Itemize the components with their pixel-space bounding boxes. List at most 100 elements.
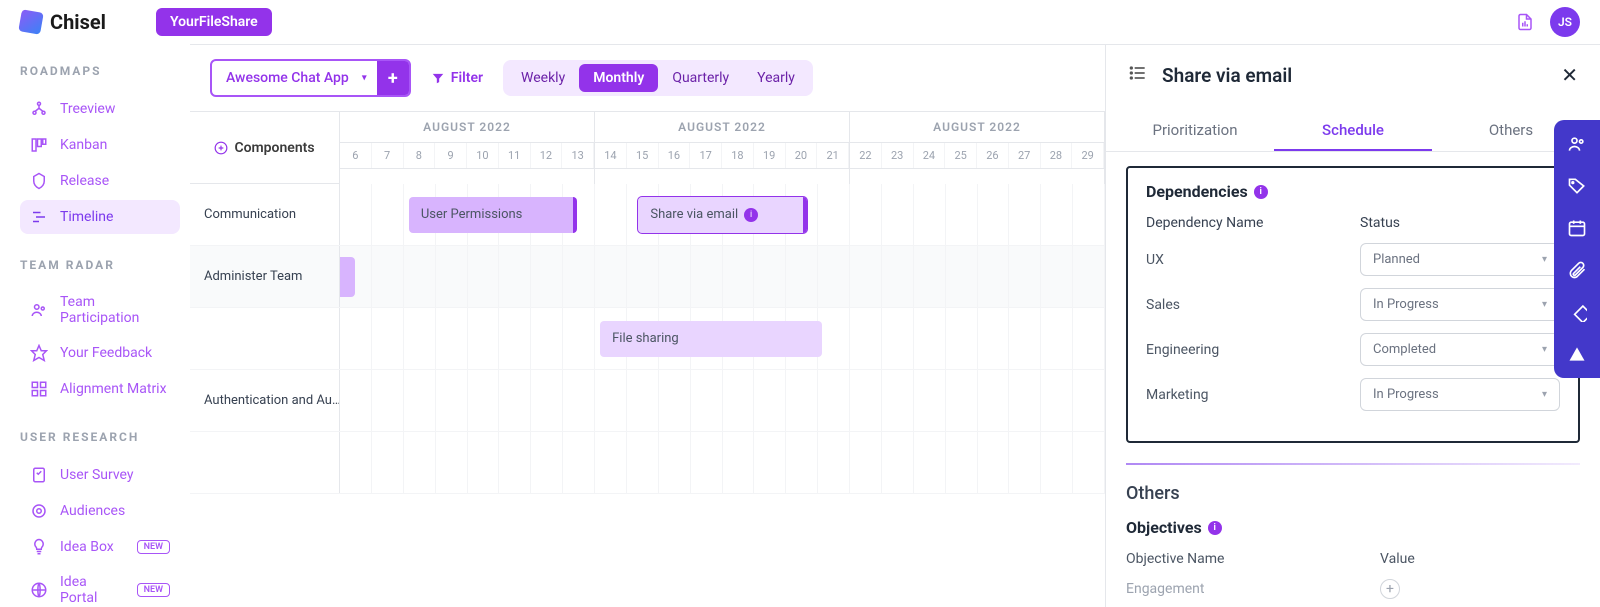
panel-title: Share via email	[1162, 64, 1547, 87]
topbar-right: JS	[1516, 7, 1580, 37]
dependency-name: Marketing	[1146, 387, 1360, 403]
dependency-status-select[interactable]: Planned	[1360, 243, 1560, 276]
workspace-select[interactable]: Awesome Chat App +	[210, 59, 411, 97]
sidebar-item-idea-portal[interactable]: Idea PortalNEW	[20, 566, 180, 607]
sidebar-item-user-survey[interactable]: User Survey	[20, 458, 180, 492]
sidebar-item-kanban[interactable]: Kanban	[20, 128, 180, 162]
sidebar-item-label: Kanban	[60, 137, 107, 153]
dependency-row: UXPlanned	[1146, 243, 1560, 276]
components-corner[interactable]: Components	[190, 112, 340, 184]
dependency-status-select[interactable]: In Progress	[1360, 378, 1560, 411]
sidebar-item-release[interactable]: Release	[20, 164, 180, 198]
day-cell: 9	[435, 143, 467, 168]
avatar[interactable]: JS	[1550, 7, 1580, 37]
bar-label: Share via email	[650, 207, 738, 222]
timeline-row: Communication User Permissions Share via e…	[190, 184, 1105, 246]
diamond-icon[interactable]	[1567, 302, 1587, 322]
view-quarterly[interactable]: Quarterly	[658, 64, 743, 92]
day-cell: 16	[659, 143, 691, 168]
objective-row: Engagement +	[1126, 579, 1580, 599]
timeline-row: File sharing	[190, 308, 1105, 370]
info-icon: i	[744, 208, 758, 222]
day-cell: 20	[786, 143, 818, 168]
right-rail	[1554, 120, 1600, 378]
dependency-name: Engineering	[1146, 342, 1360, 358]
row-cells: File sharing	[340, 308, 1105, 369]
sidebar-item-team-participation[interactable]: Team Participation	[20, 286, 180, 334]
dependency-row: EngineeringCompleted	[1146, 333, 1560, 366]
tree-icon	[30, 100, 48, 118]
timeline-bar[interactable]: User Permissions	[409, 197, 577, 233]
filter-label: Filter	[451, 70, 483, 86]
timeline-grid[interactable]: Components AUGUST 2022678910111213AUGUST…	[190, 111, 1105, 607]
row-label	[190, 308, 340, 369]
day-cell: 13	[562, 143, 594, 168]
tab-prioritization[interactable]: Prioritization	[1116, 111, 1274, 151]
sidebar-item-your-feedback[interactable]: Your Feedback	[20, 336, 180, 370]
timeline-bar[interactable]: File sharing	[600, 321, 822, 357]
sidebar-item-timeline[interactable]: Timeline	[20, 200, 180, 234]
day-cell: 12	[531, 143, 563, 168]
sidebar-item-label: Timeline	[60, 209, 113, 225]
workspace-label[interactable]: Awesome Chat App	[212, 63, 377, 93]
objectives-heading: Objectives i	[1126, 518, 1580, 537]
day-cell: 29	[1072, 143, 1104, 168]
view-switch: Weekly Monthly Quarterly Yearly	[503, 60, 813, 96]
day-cell: 8	[404, 143, 436, 168]
day-cell: 28	[1041, 143, 1073, 168]
timeline-toolbar: Awesome Chat App + Filter Weekly Monthly…	[190, 45, 1105, 111]
report-icon[interactable]	[1516, 13, 1534, 31]
view-weekly[interactable]: Weekly	[507, 64, 579, 92]
sidebar-item-label: Audiences	[60, 503, 125, 519]
add-workspace-button[interactable]: +	[377, 61, 409, 95]
topbar-left: Chisel YourFileShare	[20, 8, 272, 36]
close-icon[interactable]: ✕	[1561, 63, 1578, 87]
dependency-status-select[interactable]: Completed	[1360, 333, 1560, 366]
calendar-icon[interactable]	[1567, 218, 1587, 238]
timeline-bar-fragment[interactable]	[340, 257, 355, 297]
globe-icon	[30, 581, 48, 599]
sidebar-item-alignment-matrix[interactable]: Alignment Matrix	[20, 372, 180, 406]
sidebar: ROADMAPS Treeview Kanban Release Timelin…	[0, 44, 190, 607]
list-icon	[1128, 63, 1148, 87]
timeline-area: Awesome Chat App + Filter Weekly Monthly…	[190, 45, 1105, 607]
brand-logo-icon	[18, 9, 43, 34]
sidebar-heading-userresearch: USER RESEARCH	[20, 430, 180, 444]
sidebar-item-idea-box[interactable]: Idea BoxNEW	[20, 530, 180, 564]
triangle-icon[interactable]	[1567, 344, 1587, 364]
info-icon[interactable]: i	[1254, 185, 1268, 199]
info-icon[interactable]: i	[1208, 521, 1222, 535]
sidebar-heading-roadmaps: ROADMAPS	[20, 64, 180, 78]
objective-value[interactable]: +	[1380, 579, 1580, 599]
project-badge[interactable]: YourFileShare	[156, 8, 272, 36]
timeline-icon	[30, 208, 48, 226]
view-monthly[interactable]: Monthly	[579, 64, 658, 92]
timeline-bar[interactable]: Share via email i	[638, 197, 806, 233]
attachment-icon[interactable]	[1567, 260, 1587, 280]
dependency-status-select[interactable]: In Progress	[1360, 288, 1560, 321]
people-icon[interactable]	[1567, 134, 1587, 154]
tab-schedule[interactable]: Schedule	[1274, 111, 1432, 151]
plus-icon[interactable]: +	[1380, 579, 1400, 599]
tag-icon[interactable]	[1567, 176, 1587, 196]
sidebar-item-treeview[interactable]: Treeview	[20, 92, 180, 126]
sidebar-item-label: User Survey	[60, 467, 134, 483]
view-yearly[interactable]: Yearly	[743, 64, 809, 92]
month-label: AUGUST 2022	[850, 112, 1104, 142]
row-label	[190, 432, 340, 493]
bar-label: File sharing	[612, 331, 679, 346]
clipboard-icon	[30, 466, 48, 484]
dependency-row: SalesIn Progress	[1146, 288, 1560, 321]
objectives-columns: Objective Name Value	[1126, 551, 1580, 567]
day-cell: 10	[467, 143, 499, 168]
brand-logo[interactable]: Chisel	[20, 10, 106, 34]
sidebar-item-label: Your Feedback	[60, 345, 152, 361]
sidebar-item-audiences[interactable]: Audiences	[20, 494, 180, 528]
filter-button[interactable]: Filter	[423, 70, 491, 86]
filter-icon	[431, 71, 445, 85]
row-cells	[340, 246, 1105, 307]
target-icon	[30, 502, 48, 520]
row-label: Communication	[190, 184, 340, 245]
sidebar-heading-teamradar: TEAM RADAR	[20, 258, 180, 272]
sidebar-item-label: Alignment Matrix	[60, 381, 167, 397]
